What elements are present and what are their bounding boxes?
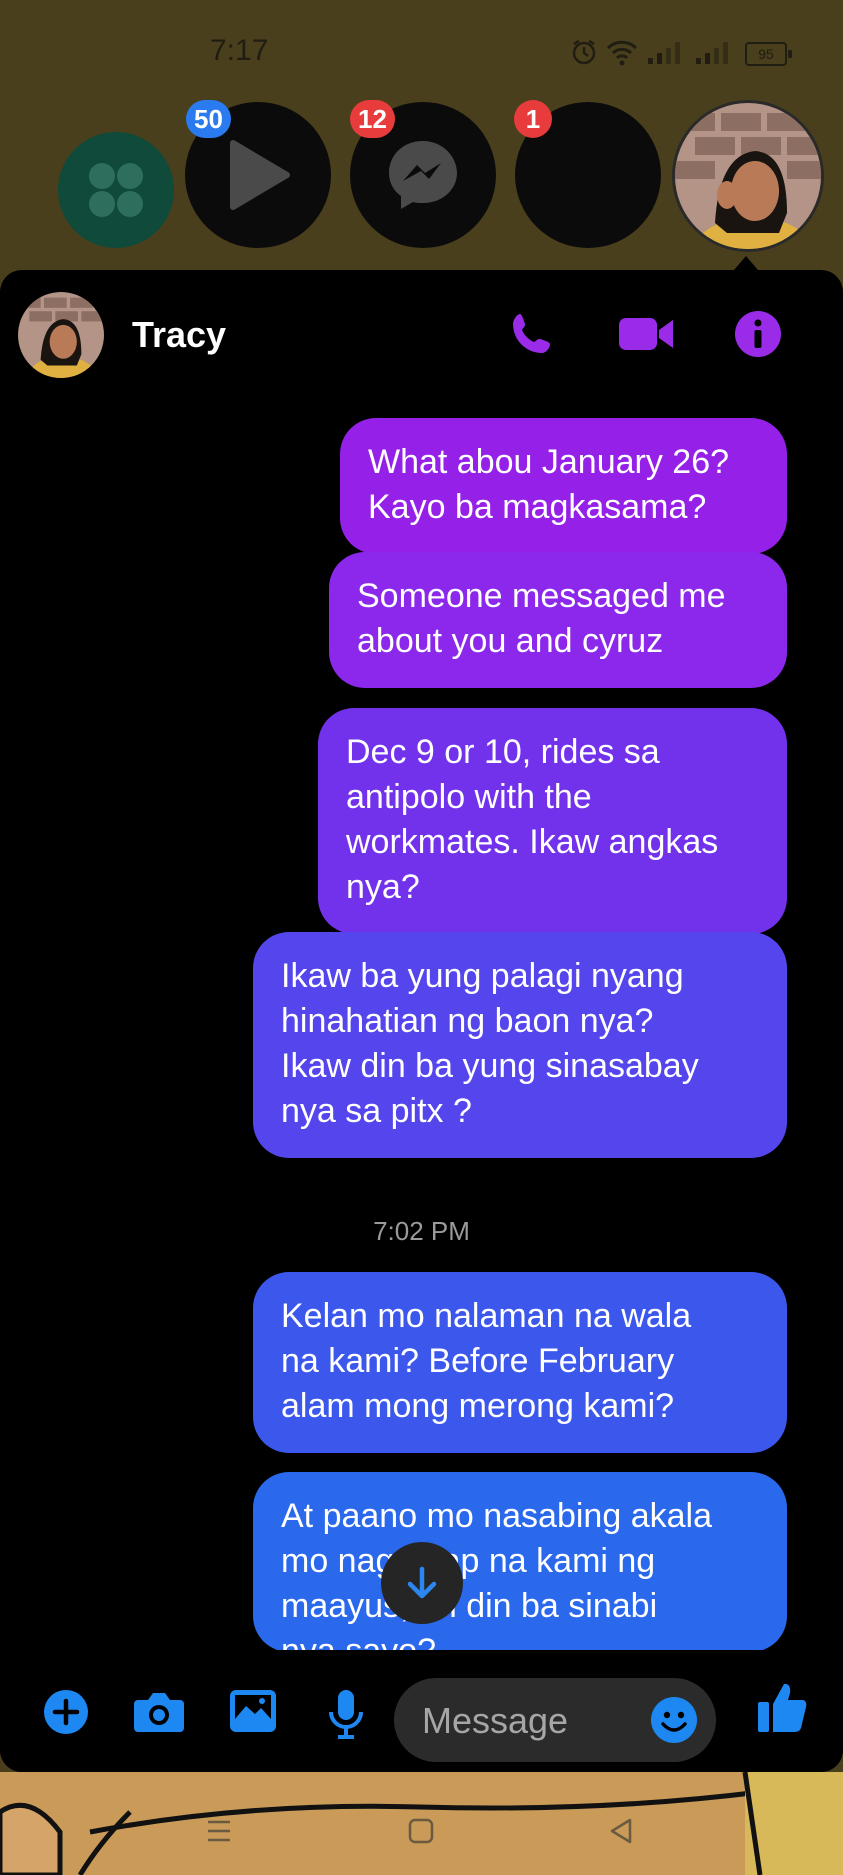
microphone-icon[interactable]: [326, 1688, 366, 1740]
message-bubble[interactable]: What abou January 26? Kayo ba magkasama?: [340, 418, 787, 554]
like-thumb-icon[interactable]: [756, 1680, 808, 1734]
message-text: Ikaw ba yung palagi nyang hinahatian ng …: [281, 957, 699, 1130]
message-placeholder: Message: [422, 1700, 569, 1741]
contact-avatar-image: [18, 292, 104, 378]
system-navigation-bar: [0, 1772, 843, 1875]
plus-icon[interactable]: [42, 1688, 90, 1736]
arrow-down-icon: [407, 1566, 437, 1599]
battery-indicator: 95: [745, 42, 792, 66]
chat-header: Tracy: [0, 270, 843, 400]
chat-window: Tracy What abou January 26? Kayo ba magk…: [0, 270, 843, 1772]
recent-apps-button[interactable]: [204, 1816, 234, 1846]
status-time: 7:17: [210, 34, 269, 67]
badge-play: 50: [186, 100, 231, 138]
messenger-icon: [389, 141, 457, 209]
emoji-icon[interactable]: [650, 1696, 698, 1744]
chat-head-pointer: [734, 256, 758, 270]
video-call-icon[interactable]: [617, 310, 675, 358]
home-button[interactable]: [406, 1816, 436, 1846]
status-bar: 7:17 95: [0, 0, 843, 100]
tracy-avatar-image: [675, 103, 821, 249]
message-text: What abou January 26? Kayo ba magkasama?: [368, 443, 730, 526]
signal-icon-2: [696, 42, 728, 64]
scroll-to-bottom-button[interactable]: [381, 1542, 463, 1624]
message-bubble[interactable]: Dec 9 or 10, rides sa antipolo with the …: [318, 708, 787, 934]
message-input[interactable]: Message: [394, 1678, 716, 1762]
message-text: Someone messaged me about you and cyruz: [357, 577, 726, 660]
message-bubble[interactable]: Someone messaged me about you and cyruz: [329, 552, 787, 688]
apps-grid-icon: [89, 163, 143, 217]
phone-call-icon[interactable]: [508, 310, 556, 358]
chat-head-apps[interactable]: [58, 132, 174, 248]
message-composer: Message: [0, 1650, 843, 1772]
info-icon[interactable]: [734, 310, 782, 358]
wifi-icon: [606, 40, 638, 66]
message-bubble[interactable]: Kelan mo nalaman na wala na kami? Before…: [253, 1272, 787, 1453]
badge-messenger: 12: [350, 100, 395, 138]
message-text: At paano mo nasabing akala mo nag-usap n…: [281, 1497, 712, 1652]
chat-head-tracy[interactable]: [672, 100, 824, 252]
avatar[interactable]: [18, 292, 104, 378]
status-icons: 95: [570, 38, 792, 72]
play-icon: [230, 140, 290, 210]
camera-icon[interactable]: [132, 1688, 186, 1736]
gallery-icon[interactable]: [228, 1688, 278, 1734]
back-button[interactable]: [606, 1816, 636, 1846]
signal-icon: [648, 42, 680, 64]
message-text: Kelan mo nalaman na wala na kami? Before…: [281, 1297, 692, 1425]
badge-blank: 1: [514, 100, 552, 138]
message-bubble[interactable]: At paano mo nasabing akala mo nag-usap n…: [253, 1472, 787, 1652]
contact-name[interactable]: Tracy: [132, 314, 226, 356]
message-timestamp: 7:02 PM: [373, 1216, 470, 1246]
alarm-icon: [572, 39, 596, 65]
message-text: Dec 9 or 10, rides sa antipolo with the …: [346, 733, 719, 906]
message-bubble[interactable]: Ikaw ba yung palagi nyang hinahatian ng …: [253, 932, 787, 1158]
